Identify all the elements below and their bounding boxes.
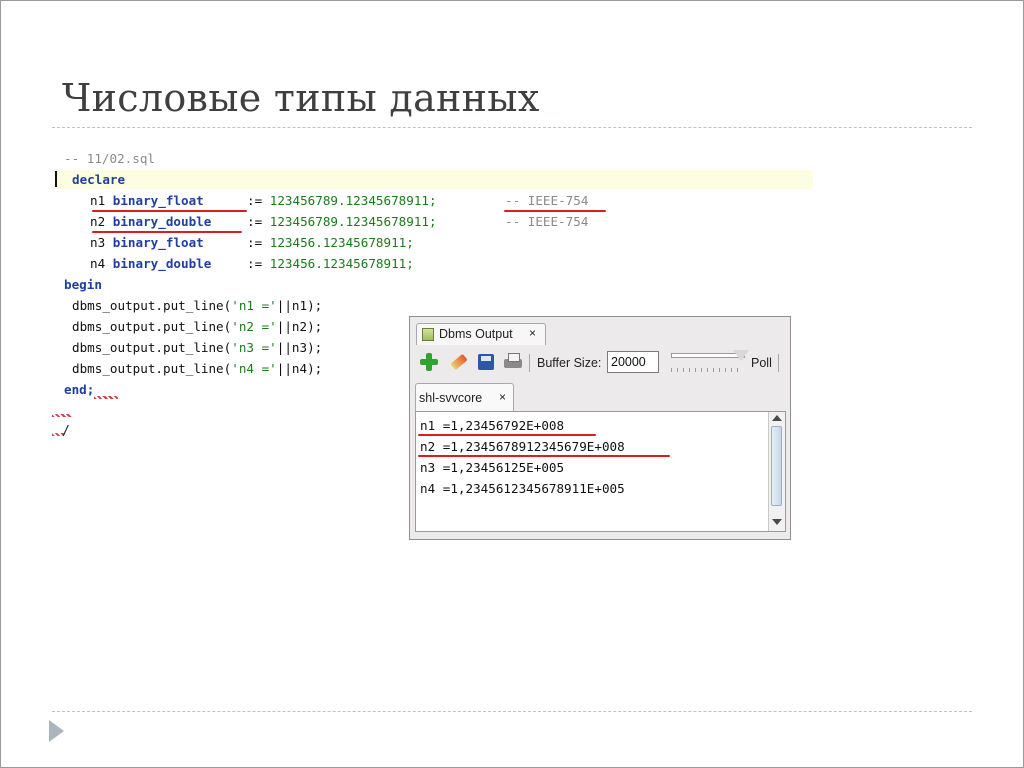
current-line-highlight xyxy=(56,170,813,189)
close-icon[interactable]: × xyxy=(529,326,536,340)
inline-comment: -- IEEE-754 xyxy=(505,214,589,229)
slider-thumb[interactable] xyxy=(733,350,749,361)
vertical-scrollbar[interactable] xyxy=(768,412,785,531)
output-line: n4 =1,2345612345678911E+005 xyxy=(420,481,625,496)
declaration-line: n2 binary_double xyxy=(90,213,211,231)
output-call-line: dbms_output.put_line('n2 ='||n2); xyxy=(72,318,322,336)
procedure-call: dbms_output.put_line( xyxy=(72,319,232,334)
var-type: binary_double xyxy=(112,256,212,271)
connection-label: shl-svvcore xyxy=(419,391,483,405)
output-panel-icon xyxy=(422,328,434,341)
call-rest: ||n4); xyxy=(276,361,323,376)
string-literal: 'n4 =' xyxy=(231,361,277,376)
annotation-underline xyxy=(92,231,242,233)
numeric-literal: 123456789.12345678911; xyxy=(269,193,437,208)
plus-icon[interactable] xyxy=(418,351,440,373)
buffer-size-label: Buffer Size: xyxy=(537,356,602,370)
file-comment: -- 11/02.sql xyxy=(64,151,155,166)
declaration-line: n3 binary_float xyxy=(90,234,204,252)
assign-operator: := xyxy=(247,214,263,229)
var-name: n1 xyxy=(90,193,106,208)
output-line: n1 =1,23456792E+008 xyxy=(420,418,565,433)
output-call-line: dbms_output.put_line('n1 ='||n1); xyxy=(72,297,322,315)
procedure-call: dbms_output.put_line( xyxy=(72,340,232,355)
close-icon[interactable]: × xyxy=(499,390,506,404)
procedure-call: dbms_output.put_line( xyxy=(72,298,232,313)
declaration-value: := 123456.12345678911; xyxy=(247,234,414,252)
output-call-line: dbms_output.put_line('n4 ='||n4); xyxy=(72,360,322,378)
output-line: n3 =1,23456125E+005 xyxy=(420,460,565,475)
var-type: binary_float xyxy=(112,193,204,208)
print-icon[interactable] xyxy=(502,351,524,373)
error-squiggle xyxy=(94,396,118,399)
call-rest: ||n2); xyxy=(276,319,323,334)
footer-divider xyxy=(52,711,972,712)
assign-operator: := xyxy=(247,235,263,250)
run-slash: / xyxy=(62,424,70,439)
keyword-end: end; xyxy=(64,382,95,397)
text-caret xyxy=(55,171,57,187)
toolbar-separator xyxy=(778,354,779,372)
assign-operator: := xyxy=(247,256,263,271)
tab-label: Dbms Output xyxy=(439,327,513,341)
output-call-line: dbms_output.put_line('n3 ='||n3); xyxy=(72,339,322,357)
declaration-line: n4 binary_double xyxy=(90,255,211,273)
buffer-size-input[interactable] xyxy=(607,351,659,373)
var-name: n4 xyxy=(90,256,106,271)
scroll-thumb[interactable] xyxy=(771,426,782,506)
declaration-value: := 123456789.12345678911; xyxy=(247,213,437,231)
assign-operator: := xyxy=(247,193,263,208)
call-rest: ||n3); xyxy=(276,340,323,355)
string-literal: 'n3 =' xyxy=(231,340,277,355)
declaration-line: n1 binary_float xyxy=(90,192,204,210)
procedure-call: dbms_output.put_line( xyxy=(72,361,232,376)
eraser-icon[interactable] xyxy=(447,351,469,373)
annotation-underline xyxy=(504,210,606,212)
annotation-underline xyxy=(92,210,247,212)
numeric-literal: 123456.12345678911; xyxy=(269,235,414,250)
numeric-literal: 123456789.12345678911; xyxy=(269,214,437,229)
scroll-up-icon[interactable] xyxy=(772,415,782,421)
next-slide-icon[interactable] xyxy=(49,720,64,742)
keyword-begin: begin xyxy=(64,277,102,292)
dbms-toolbar: Buffer Size: Poll xyxy=(414,348,786,378)
scroll-down-icon[interactable] xyxy=(772,519,782,525)
inline-comment: -- IEEE-754 xyxy=(505,193,589,208)
poll-slider[interactable] xyxy=(671,349,749,373)
output-text-area[interactable]: n1 =1,23456792E+008 n2 =1,23456789123456… xyxy=(415,411,786,532)
var-type: binary_float xyxy=(112,235,204,250)
toolbar-separator xyxy=(529,354,530,372)
call-rest: ||n1); xyxy=(276,298,323,313)
error-squiggle xyxy=(52,414,72,417)
var-name: n3 xyxy=(90,235,106,250)
output-line: n2 =1,2345678912345679E+008 xyxy=(420,439,625,454)
var-name: n2 xyxy=(90,214,106,229)
numeric-literal: 123456.12345678911; xyxy=(269,256,414,271)
var-type: binary_double xyxy=(112,214,212,229)
string-literal: 'n2 =' xyxy=(231,319,277,334)
declaration-value: := 123456.12345678911; xyxy=(247,255,414,273)
keyword-declare: declare xyxy=(72,172,126,187)
annotation-underline xyxy=(418,434,596,436)
tab-connection[interactable]: shl-svvcore × xyxy=(415,383,514,411)
save-icon[interactable] xyxy=(475,351,497,373)
dbms-output-panel: Dbms Output × Buffer Size: Poll shl-svvc… xyxy=(409,316,791,540)
tab-dbms-output[interactable]: Dbms Output × xyxy=(416,323,546,345)
annotation-underline xyxy=(418,455,670,457)
string-literal: 'n1 =' xyxy=(231,298,277,313)
poll-label: Poll xyxy=(751,356,772,370)
declaration-value: := 123456789.12345678911; xyxy=(247,192,437,210)
